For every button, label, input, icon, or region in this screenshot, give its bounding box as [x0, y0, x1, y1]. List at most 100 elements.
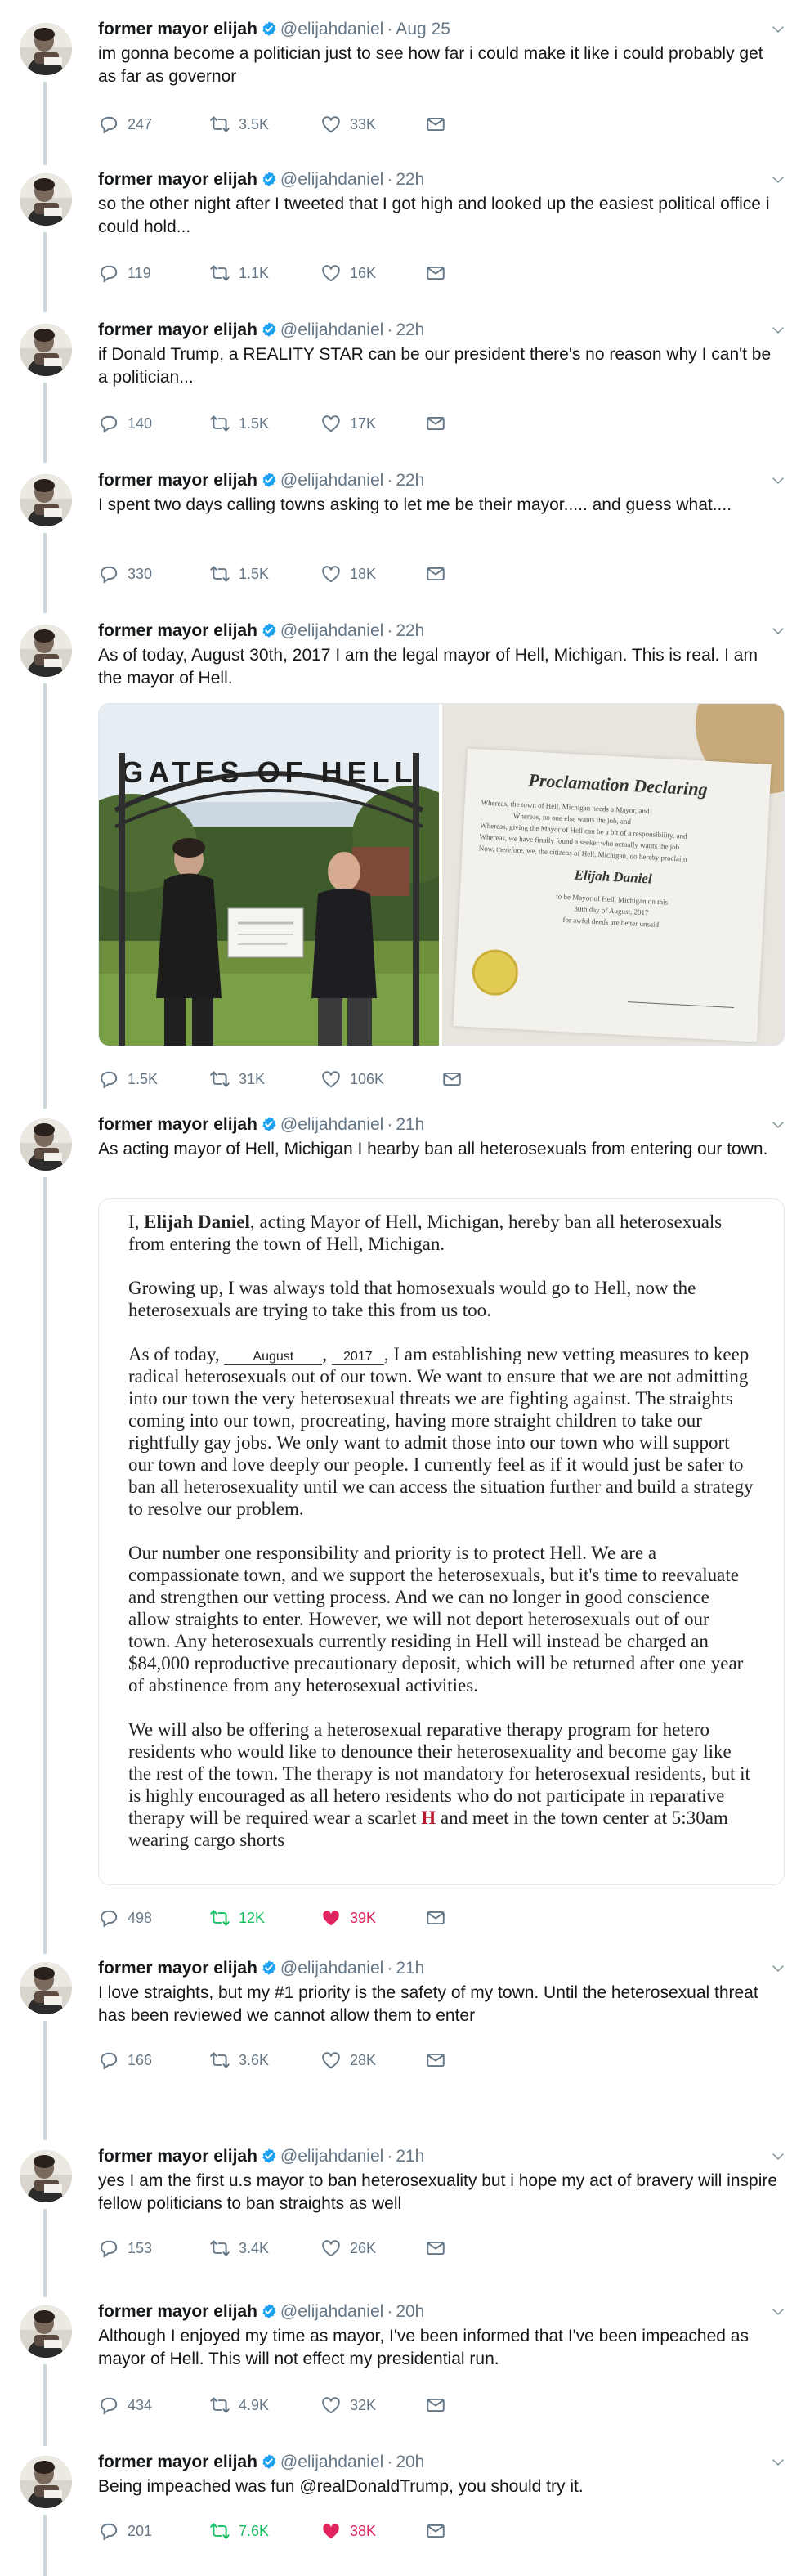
retweet-button[interactable]: 12K: [209, 1906, 265, 1929]
retweet-button[interactable]: 3.5K: [209, 113, 269, 136]
user-handle[interactable]: @elijahdaniel: [280, 2453, 383, 2471]
timestamp[interactable]: 20h: [396, 2302, 424, 2321]
display-name[interactable]: former mayor elijah: [98, 1959, 257, 1978]
display-name[interactable]: former mayor elijah: [98, 20, 257, 38]
reply-button[interactable]: 1.5K: [98, 1068, 158, 1091]
chevron-down-icon[interactable]: [770, 2304, 786, 2320]
reply-button[interactable]: 140: [98, 412, 152, 435]
direct-message-button[interactable]: [425, 2394, 446, 2417]
avatar[interactable]: [20, 474, 72, 526]
avatar[interactable]: [20, 1118, 72, 1171]
timestamp[interactable]: 21h: [396, 1959, 424, 1978]
reply-button[interactable]: 434: [98, 2394, 152, 2417]
timestamp[interactable]: 20h: [396, 2453, 424, 2471]
timestamp[interactable]: 22h: [396, 170, 424, 189]
retweet-button[interactable]: 4.9K: [209, 2394, 269, 2417]
reply-button[interactable]: 498: [98, 1906, 152, 1929]
timestamp[interactable]: Aug 25: [396, 20, 450, 38]
mayor-ceremony-photo[interactable]: GATES OF HELL: [99, 704, 439, 1046]
avatar[interactable]: [20, 1962, 72, 2014]
display-name[interactable]: former mayor elijah: [98, 2147, 257, 2166]
reply-button[interactable]: 166: [98, 2049, 152, 2072]
user-handle[interactable]: @elijahdaniel: [280, 1959, 383, 1978]
user-handle[interactable]: @elijahdaniel: [280, 2147, 383, 2166]
timestamp[interactable]: 22h: [396, 471, 424, 490]
timestamp[interactable]: 21h: [396, 1115, 424, 1134]
proclamation-photo[interactable]: Proclamation Declaring Whereas, the town…: [442, 704, 784, 1046]
direct-message-button[interactable]: [425, 562, 446, 585]
avatar[interactable]: [20, 2456, 72, 2508]
display-name[interactable]: former mayor elijah: [98, 471, 257, 490]
like-button[interactable]: 18K: [320, 562, 376, 585]
reply-button[interactable]: 153: [98, 2237, 152, 2260]
reply-button[interactable]: 247: [98, 113, 152, 136]
user-handle[interactable]: @elijahdaniel: [280, 621, 383, 640]
user-handle[interactable]: @elijahdaniel: [280, 20, 383, 38]
display-name[interactable]: former mayor elijah: [98, 2302, 257, 2321]
user-handle[interactable]: @elijahdaniel: [280, 320, 383, 339]
like-button[interactable]: 32K: [320, 2394, 376, 2417]
tweet[interactable]: former mayor elijah @elijahdaniel · 21h I l…: [0, 1939, 801, 2127]
like-button[interactable]: 17K: [320, 412, 376, 435]
direct-message-button[interactable]: [425, 2520, 446, 2542]
retweet-button[interactable]: 3.4K: [209, 2237, 269, 2260]
chevron-down-icon[interactable]: [770, 2148, 786, 2165]
user-handle[interactable]: @elijahdaniel: [280, 2302, 383, 2321]
retweet-button[interactable]: 3.6K: [209, 2049, 269, 2072]
display-name[interactable]: former mayor elijah: [98, 320, 257, 339]
like-button[interactable]: 33K: [320, 113, 376, 136]
like-button[interactable]: 16K: [320, 262, 376, 284]
avatar[interactable]: [20, 324, 72, 376]
direct-message-button[interactable]: [425, 2237, 446, 2260]
chevron-down-icon[interactable]: [770, 623, 786, 639]
display-name[interactable]: former mayor elijah: [98, 2453, 257, 2471]
tweet[interactable]: former mayor elijah @elijahdaniel · 22h As …: [0, 602, 801, 1109]
chevron-down-icon[interactable]: [770, 172, 786, 188]
retweet-button[interactable]: 1.5K: [209, 412, 269, 435]
display-name[interactable]: former mayor elijah: [98, 621, 257, 640]
ban-statement-image[interactable]: I, Elijah Daniel, acting Mayor of Hell, …: [98, 1198, 785, 1885]
reply-button[interactable]: 201: [98, 2520, 152, 2542]
like-button[interactable]: 39K: [320, 1906, 376, 1929]
tweet[interactable]: former mayor elijah @elijahdaniel · 22h if …: [0, 301, 801, 452]
tweet[interactable]: former mayor elijah @elijahdaniel · 21h yes…: [0, 2127, 801, 2283]
avatar[interactable]: [20, 2150, 72, 2202]
reply-button[interactable]: 119: [98, 262, 151, 284]
avatar[interactable]: [20, 23, 72, 75]
like-button[interactable]: 28K: [320, 2049, 376, 2072]
direct-message-button[interactable]: [441, 1068, 463, 1091]
timestamp[interactable]: 21h: [396, 2147, 424, 2166]
tweet[interactable]: former mayor elijah @elijahdaniel · 20h Bei…: [0, 2433, 801, 2576]
like-button[interactable]: 38K: [320, 2520, 376, 2542]
retweet-button[interactable]: 7.6K: [209, 2520, 269, 2542]
direct-message-button[interactable]: [425, 2049, 446, 2072]
chevron-down-icon[interactable]: [770, 2454, 786, 2471]
retweet-button[interactable]: 31K: [209, 1068, 265, 1091]
chevron-down-icon[interactable]: [770, 473, 786, 489]
tweet[interactable]: former mayor elijah @elijahdaniel · 20h Alt…: [0, 2283, 801, 2434]
direct-message-button[interactable]: [425, 1906, 446, 1929]
timestamp[interactable]: 22h: [396, 320, 424, 339]
chevron-down-icon[interactable]: [770, 21, 786, 38]
tweet[interactable]: former mayor elijah @elijahdaniel · Aug 25 …: [0, 0, 801, 151]
tweet[interactable]: former mayor elijah @elijahdaniel · 22h I s…: [0, 451, 801, 603]
direct-message-button[interactable]: [425, 262, 446, 284]
avatar[interactable]: [20, 173, 72, 226]
user-handle[interactable]: @elijahdaniel: [280, 1115, 383, 1134]
chevron-down-icon[interactable]: [770, 1117, 786, 1133]
retweet-button[interactable]: 1.5K: [209, 562, 269, 585]
like-button[interactable]: 106K: [320, 1068, 384, 1091]
chevron-down-icon[interactable]: [770, 322, 786, 338]
direct-message-button[interactable]: [425, 113, 446, 136]
direct-message-button[interactable]: [425, 412, 446, 435]
display-name[interactable]: former mayor elijah: [98, 170, 257, 189]
tweet[interactable]: former mayor elijah @elijahdaniel · 21h As …: [0, 1095, 801, 1941]
tweet[interactable]: former mayor elijah @elijahdaniel · 22h so …: [0, 150, 801, 302]
retweet-button[interactable]: 1.1K: [209, 262, 269, 284]
like-button[interactable]: 26K: [320, 2237, 376, 2260]
display-name[interactable]: former mayor elijah: [98, 1115, 257, 1134]
user-handle[interactable]: @elijahdaniel: [280, 170, 383, 189]
timestamp[interactable]: 22h: [396, 621, 424, 640]
reply-button[interactable]: 330: [98, 562, 152, 585]
avatar[interactable]: [20, 625, 72, 677]
